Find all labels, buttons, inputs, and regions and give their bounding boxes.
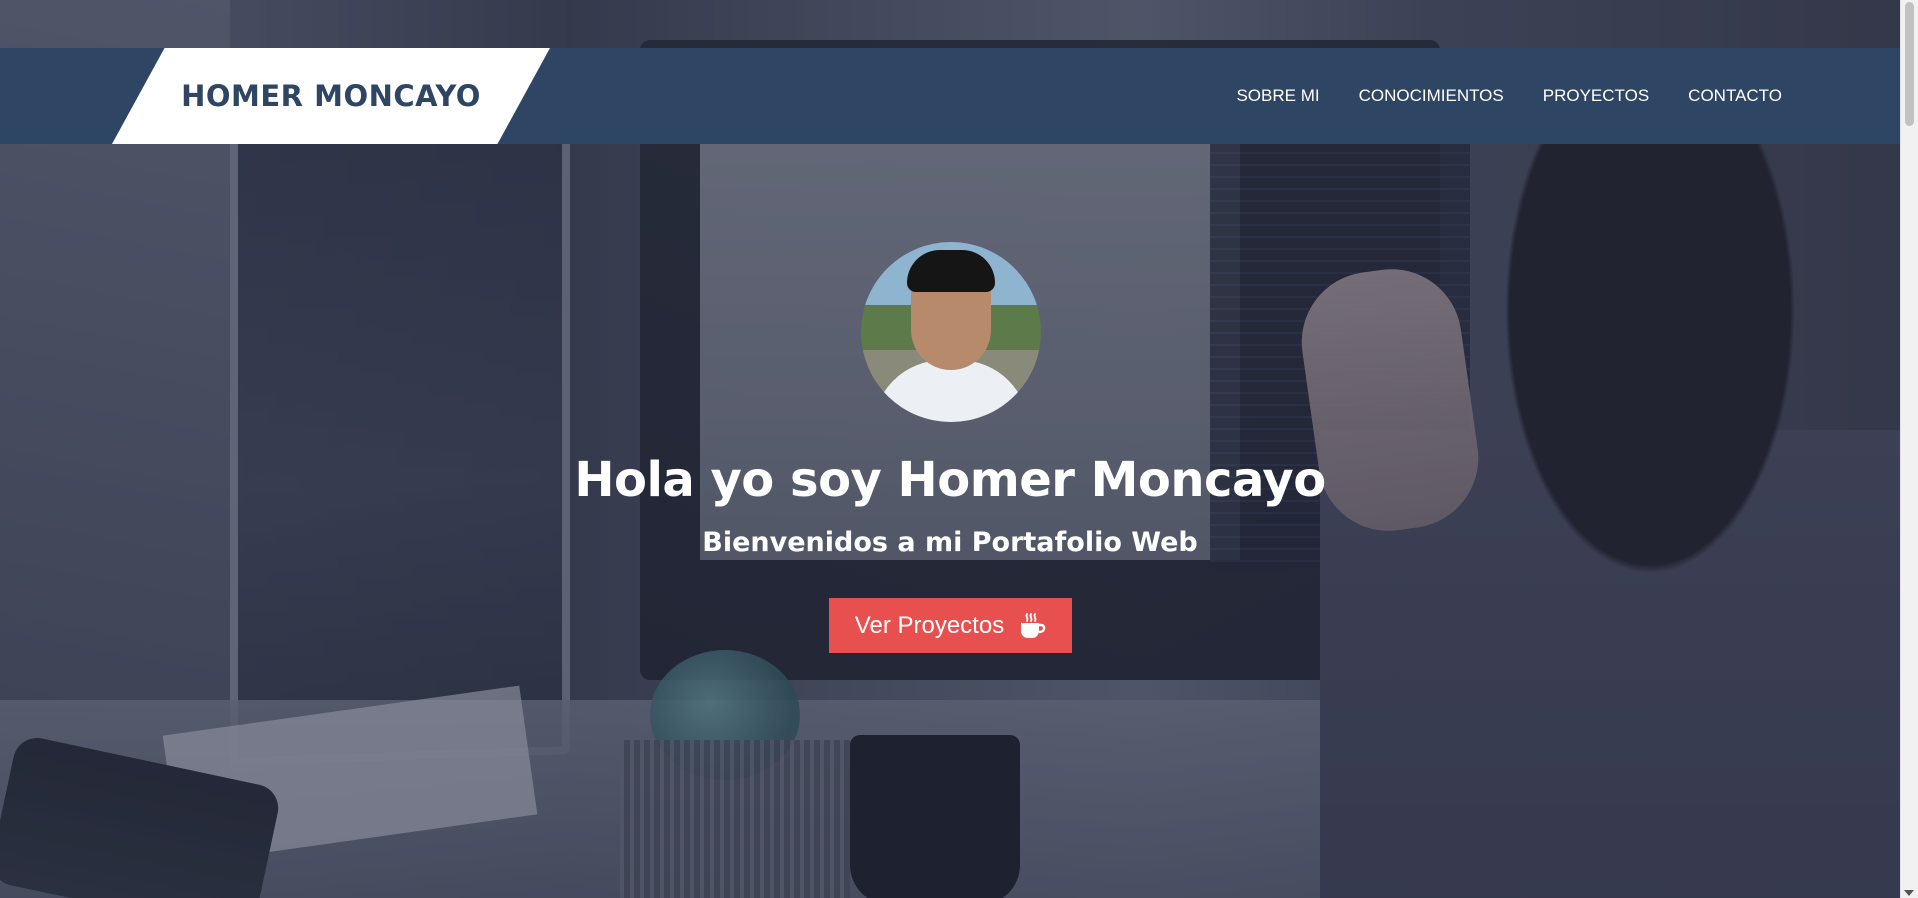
hero-subtitle: Bienvenidos a mi Portafolio Web — [702, 527, 1198, 558]
avatar — [861, 242, 1041, 422]
avatar-hair — [907, 250, 995, 292]
hero-content: Hola yo soy Homer Moncayo Bienvenidos a … — [0, 0, 1900, 898]
coffee-cup-icon — [1021, 612, 1046, 638]
scroll-down-arrow-icon[interactable] — [1904, 890, 1914, 896]
page-scrollbar[interactable] — [1900, 0, 1918, 898]
ver-proyectos-button[interactable]: Ver Proyectos — [829, 598, 1072, 653]
hero-title: Hola yo soy Homer Moncayo — [574, 452, 1326, 508]
cta-label: Ver Proyectos — [854, 611, 1005, 639]
scrollbar-thumb[interactable] — [1905, 2, 1914, 126]
